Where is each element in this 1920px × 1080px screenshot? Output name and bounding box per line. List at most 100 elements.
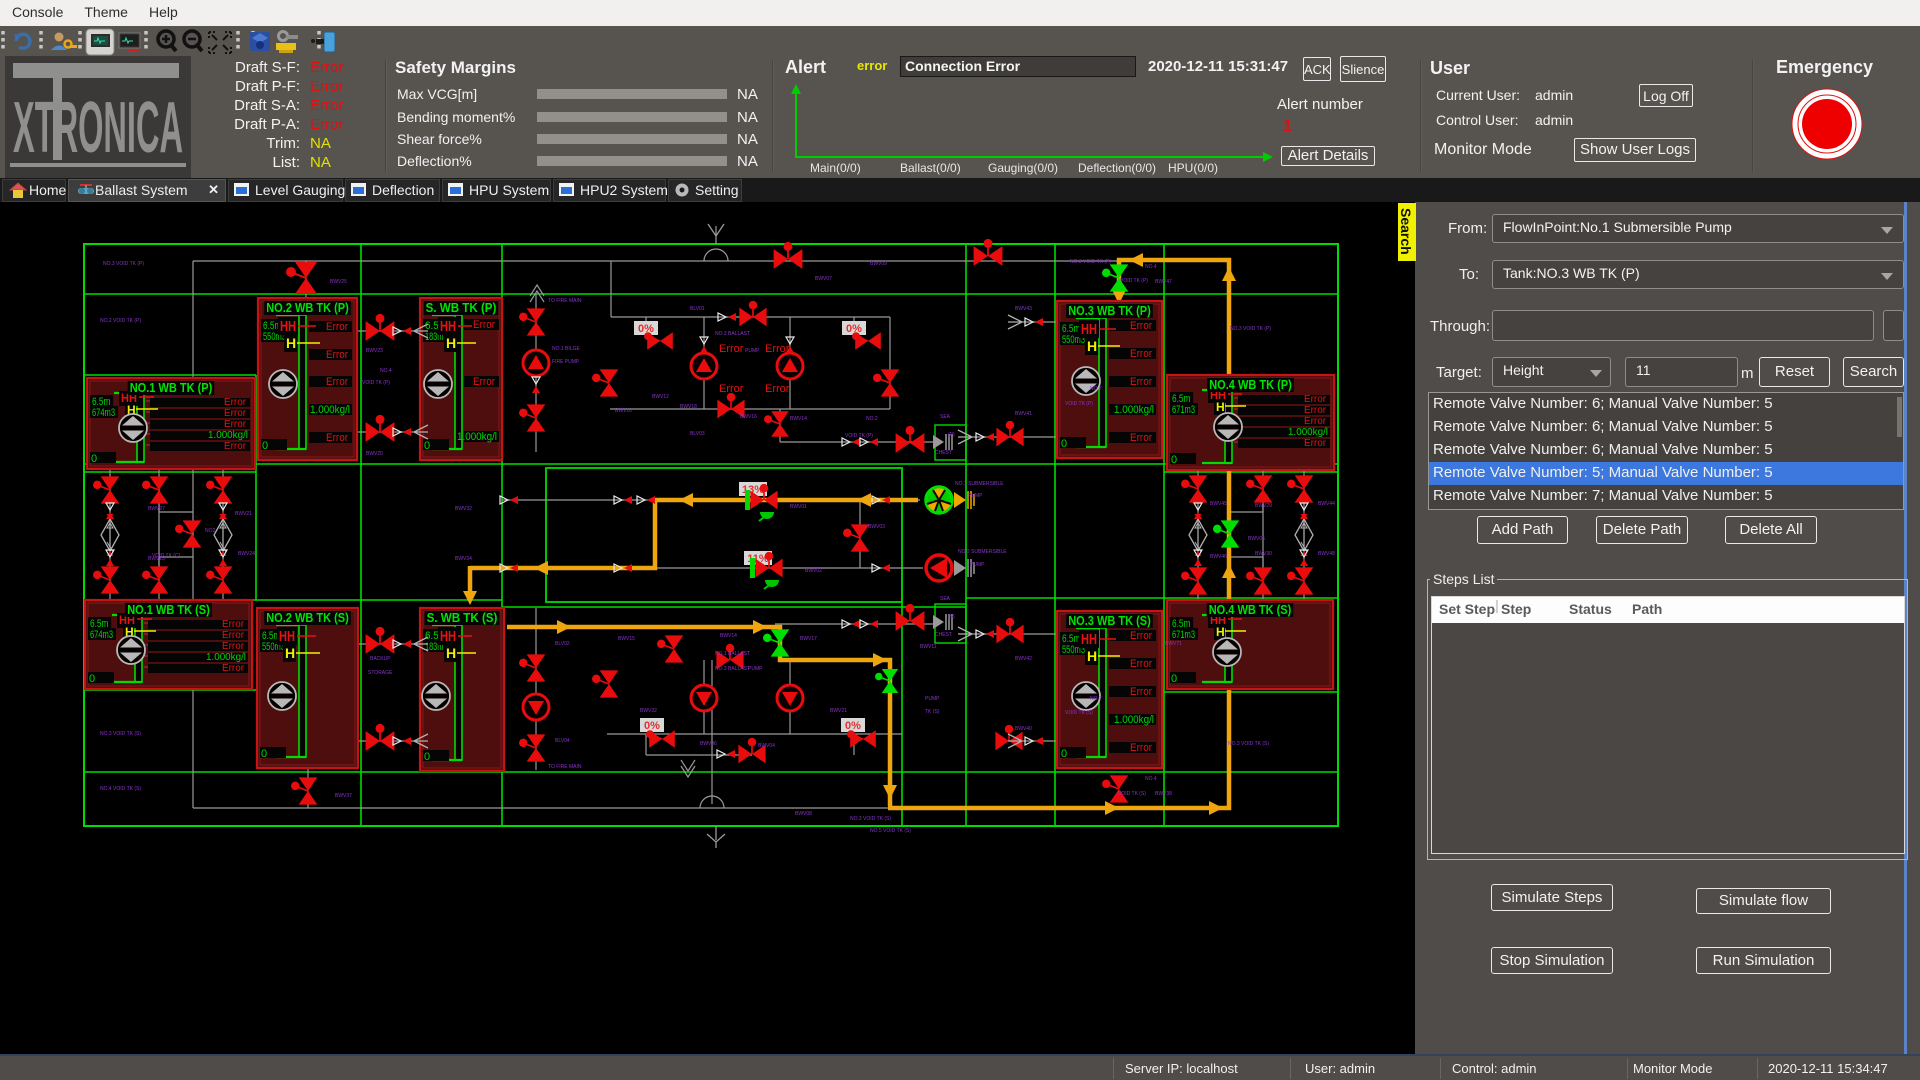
svg-text:Error: Error bbox=[1130, 376, 1152, 388]
svg-text:PUMP: PUMP bbox=[748, 666, 763, 672]
svg-text:Error: Error bbox=[473, 376, 495, 388]
svg-text:H: H bbox=[286, 335, 296, 351]
svg-text:NO.2 WB TK (S): NO.2 WB TK (S) bbox=[266, 610, 349, 625]
svg-text:Error: Error bbox=[1130, 658, 1152, 670]
svg-text:0: 0 bbox=[424, 751, 430, 763]
svg-text:BWV11: BWV11 bbox=[920, 644, 937, 650]
svg-text:BWV27: BWV27 bbox=[148, 506, 165, 512]
svg-text:SEA: SEA bbox=[940, 596, 951, 602]
svg-text:NO.1 WB TK (S): NO.1 WB TK (S) bbox=[127, 602, 210, 617]
svg-text:TO FIRE MAIN: TO FIRE MAIN bbox=[548, 764, 582, 770]
svg-text:NO2: NO2 bbox=[205, 528, 216, 534]
svg-text:BWV08: BWV08 bbox=[795, 811, 812, 817]
svg-text:BWV46: BWV46 bbox=[1210, 554, 1227, 560]
svg-text:(P): (P) bbox=[948, 432, 955, 438]
svg-text:NO.2 WB TK (P): NO.2 WB TK (P) bbox=[266, 300, 349, 315]
svg-text:VOID TK (P): VOID TK (P) bbox=[362, 380, 390, 386]
svg-text:PUMP: PUMP bbox=[970, 562, 985, 568]
svg-text:BWV14: BWV14 bbox=[790, 416, 807, 422]
svg-text:NO.3 VOID TK (S): NO.3 VOID TK (S) bbox=[1228, 741, 1269, 747]
svg-text:BWV24: BWV24 bbox=[238, 551, 255, 557]
svg-text:0: 0 bbox=[261, 748, 267, 760]
svg-text:BWV36: BWV36 bbox=[700, 741, 717, 747]
svg-text:VOID TK (P): VOID TK (P) bbox=[845, 433, 873, 439]
svg-text:0: 0 bbox=[424, 440, 430, 452]
svg-text:CHEST: CHEST bbox=[935, 632, 952, 638]
svg-text:PUMP: PUMP bbox=[925, 696, 940, 702]
svg-text:NO.7: NO.7 bbox=[1090, 696, 1102, 702]
svg-text:BWV05: BWV05 bbox=[1248, 536, 1265, 542]
svg-text:NO.3 VOID TK (S): NO.3 VOID TK (S) bbox=[850, 816, 891, 822]
svg-text:Error: Error bbox=[224, 419, 247, 430]
svg-text:NO.4 WB TK (S): NO.4 WB TK (S) bbox=[1209, 602, 1292, 617]
svg-text:BWV42: BWV42 bbox=[1015, 656, 1032, 662]
svg-text:0: 0 bbox=[89, 673, 95, 685]
svg-text:1.000kg/l: 1.000kg/l bbox=[208, 430, 248, 441]
svg-text:NO.4: NO.4 bbox=[1145, 776, 1157, 782]
svg-text:BWV09: BWV09 bbox=[870, 261, 887, 267]
svg-text:(S): (S) bbox=[948, 614, 955, 620]
svg-text:NO.3 VOID TK (P): NO.3 VOID TK (P) bbox=[103, 261, 144, 267]
svg-text:NO.2: NO.2 bbox=[866, 416, 878, 422]
svg-text:Error: Error bbox=[1304, 394, 1327, 405]
svg-text:BWV45: BWV45 bbox=[1210, 501, 1227, 507]
svg-text:BWV48: BWV48 bbox=[1318, 551, 1335, 557]
svg-text:BWV03: BWV03 bbox=[868, 524, 885, 530]
svg-text:Error: Error bbox=[765, 383, 790, 395]
svg-text:BWV13: BWV13 bbox=[148, 556, 165, 562]
svg-text:NO.4 WB TK (P): NO.4 WB TK (P) bbox=[1209, 377, 1292, 392]
svg-text:Error: Error bbox=[326, 349, 348, 361]
svg-text:BWV34: BWV34 bbox=[455, 556, 472, 562]
svg-text:NO.7: NO.7 bbox=[1090, 386, 1102, 392]
svg-text:TO FIRE MAIN: TO FIRE MAIN bbox=[548, 298, 582, 304]
svg-text:HH: HH bbox=[280, 318, 296, 335]
svg-text:1.000kg/l: 1.000kg/l bbox=[310, 404, 350, 416]
svg-text:0: 0 bbox=[1061, 438, 1067, 450]
svg-text:H: H bbox=[285, 645, 295, 661]
svg-text:VOID TK (S): VOID TK (S) bbox=[1065, 710, 1093, 716]
svg-text:1.000kg/l: 1.000kg/l bbox=[457, 431, 497, 443]
svg-text:674m3: 674m3 bbox=[92, 407, 115, 419]
svg-text:NO.3 VOID TK (S): NO.3 VOID TK (S) bbox=[100, 731, 141, 737]
svg-text:S. WB TK (P): S. WB TK (P) bbox=[426, 300, 497, 315]
svg-text:BWV04: BWV04 bbox=[758, 743, 775, 749]
svg-text:Gauging(0/0): Gauging(0/0) bbox=[988, 161, 1058, 175]
svg-text:Error: Error bbox=[473, 319, 495, 331]
svg-text:BWV41: BWV41 bbox=[1015, 411, 1032, 417]
svg-text:Error: Error bbox=[326, 321, 348, 333]
svg-text:1.000kg/l: 1.000kg/l bbox=[206, 652, 246, 663]
svg-text:HH: HH bbox=[279, 628, 295, 645]
svg-text:0: 0 bbox=[262, 440, 268, 452]
svg-text:FIRE PUMP: FIRE PUMP bbox=[552, 359, 580, 365]
svg-text:HH: HH bbox=[440, 318, 456, 335]
svg-text:BWV21: BWV21 bbox=[235, 511, 252, 517]
svg-text:Main(0/0): Main(0/0) bbox=[810, 161, 861, 175]
svg-text:0%: 0% bbox=[644, 720, 660, 732]
svg-text:BWV37: BWV37 bbox=[335, 793, 352, 799]
svg-text:671m3: 671m3 bbox=[1172, 404, 1195, 416]
svg-text:Error: Error bbox=[224, 397, 247, 408]
svg-text:H: H bbox=[1087, 648, 1097, 664]
svg-text:BWV12: BWV12 bbox=[652, 394, 669, 400]
svg-text:BWV22: BWV22 bbox=[640, 708, 657, 714]
svg-text:SEA: SEA bbox=[940, 414, 951, 420]
svg-text:NO.2 SUBMERSIBLE: NO.2 SUBMERSIBLE bbox=[958, 549, 1007, 555]
svg-text:BLV02: BLV02 bbox=[555, 641, 570, 647]
svg-text:Error: Error bbox=[326, 376, 348, 388]
svg-text:VOID TK (P): VOID TK (P) bbox=[1065, 401, 1093, 407]
svg-text:BWV07: BWV07 bbox=[815, 276, 832, 282]
svg-text:BWV16: BWV16 bbox=[740, 414, 757, 420]
svg-text:0%: 0% bbox=[845, 720, 861, 732]
svg-text:BWV71: BWV71 bbox=[1165, 641, 1182, 647]
svg-text:NO.4 VOID TK (S): NO.4 VOID TK (S) bbox=[100, 786, 141, 792]
svg-text:NO.2 VOID TK (P): NO.2 VOID TK (P) bbox=[100, 318, 141, 324]
svg-text:0: 0 bbox=[1171, 673, 1177, 685]
svg-text:HH: HH bbox=[440, 628, 456, 645]
svg-text:H: H bbox=[1216, 625, 1225, 639]
svg-text:NO.1 BALLAST: NO.1 BALLAST bbox=[715, 651, 750, 657]
svg-text:NO.3 VOID TK (P): NO.3 VOID TK (P) bbox=[1230, 326, 1271, 332]
svg-text:BWV15: BWV15 bbox=[618, 636, 635, 642]
svg-text:BWV40: BWV40 bbox=[1015, 726, 1032, 732]
svg-text:Error: Error bbox=[719, 343, 744, 355]
svg-text:NO.3 BALLAST: NO.3 BALLAST bbox=[715, 666, 750, 672]
